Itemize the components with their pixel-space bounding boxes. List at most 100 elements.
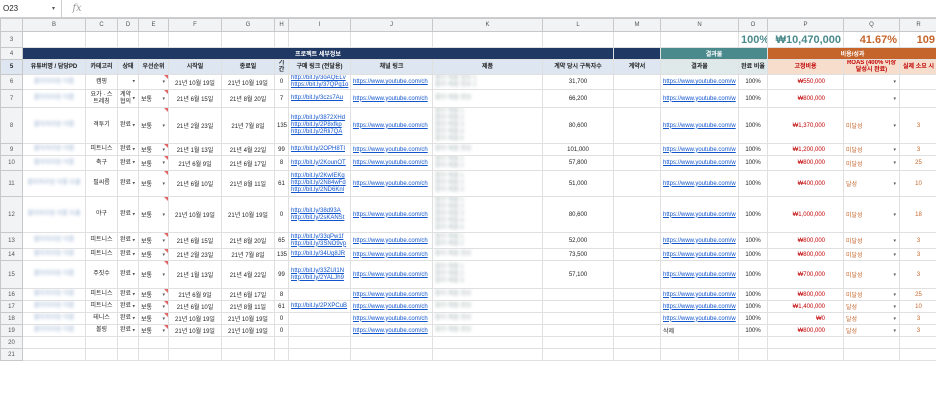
result-link-text[interactable]: https://www.youtube.com/w bbox=[663, 181, 736, 187]
column-header-f[interactable]: F bbox=[168, 18, 222, 32]
channel-link[interactable]: https://www.youtube.com/ch bbox=[350, 74, 433, 90]
duration-days[interactable]: 7 bbox=[274, 89, 289, 108]
channel-link[interactable]: https://www.youtube.com/ch bbox=[350, 155, 433, 171]
duration-days[interactable]: 8 bbox=[274, 155, 289, 171]
start-date[interactable]: 21년 10월 19일 bbox=[168, 312, 222, 325]
row-number[interactable]: 10 bbox=[0, 155, 23, 171]
contract-cell[interactable] bbox=[613, 232, 661, 249]
channel-link-text[interactable]: https://www.youtube.com/ch bbox=[353, 316, 428, 322]
channel-link-text[interactable]: https://www.youtube.com/ch bbox=[353, 304, 428, 310]
end-date[interactable]: 21년 4월 22일 bbox=[221, 260, 275, 289]
priority-dropdown[interactable]: 보통 ▾ bbox=[138, 300, 169, 313]
cell[interactable] bbox=[274, 31, 289, 48]
purchase-link[interactable]: http://bit.ly/2OPH8TI bbox=[291, 146, 348, 153]
chevron-down-icon[interactable]: ▾ bbox=[132, 146, 135, 153]
comment-flag-icon[interactable] bbox=[164, 233, 168, 237]
purchase-links[interactable] bbox=[288, 288, 351, 301]
contract-cell[interactable] bbox=[613, 324, 661, 337]
column-header-d[interactable]: D bbox=[117, 18, 139, 32]
channel-link-text[interactable]: https://www.youtube.com/ch bbox=[353, 160, 428, 166]
purchase-link[interactable]: http://bit.ly/2YALJh9 bbox=[291, 275, 348, 282]
subscriber-count[interactable]: 51,000 bbox=[542, 170, 614, 197]
category[interactable]: 볼링 bbox=[85, 324, 118, 337]
roas-dropdown[interactable]: 미달성 ▾ bbox=[843, 143, 900, 156]
end-date[interactable]: 21년 8월 11일 bbox=[221, 300, 275, 313]
result-link[interactable]: https://www.youtube.com/w bbox=[660, 143, 739, 156]
priority-dropdown[interactable]: 보통 ▾ bbox=[138, 288, 169, 301]
cell[interactable] bbox=[542, 336, 614, 349]
subscriber-count[interactable]: 80,600 bbox=[542, 196, 614, 233]
cell[interactable] bbox=[350, 336, 433, 349]
duration-days[interactable]: 135 bbox=[274, 107, 289, 144]
subscriber-count[interactable] bbox=[542, 324, 614, 337]
contract-cell[interactable] bbox=[613, 143, 661, 156]
column-header-p[interactable]: P bbox=[767, 18, 844, 32]
channel-link-text[interactable]: https://www.youtube.com/ch bbox=[353, 147, 428, 153]
duration-days[interactable]: 0 bbox=[274, 324, 289, 337]
cell[interactable] bbox=[899, 348, 936, 361]
channel-link-text[interactable]: https://www.youtube.com/ch bbox=[353, 328, 428, 334]
chevron-down-icon[interactable]: ▾ bbox=[893, 316, 896, 322]
subscriber-count[interactable]: 101,000 bbox=[542, 143, 614, 156]
row-number[interactable]: 7 bbox=[0, 89, 23, 108]
subscriber-count[interactable]: 57,800 bbox=[542, 155, 614, 171]
chevron-down-icon[interactable]: ▾ bbox=[162, 160, 165, 166]
category[interactable]: 캠핑 bbox=[85, 74, 118, 90]
status-dropdown[interactable]: 완료 ▾ bbox=[117, 312, 139, 325]
product-list[interactable]: 블러 제품 정보 bbox=[432, 248, 543, 261]
comment-flag-icon[interactable] bbox=[164, 261, 168, 265]
row-number[interactable]: 3 bbox=[0, 31, 23, 48]
actual-time[interactable]: 3 bbox=[899, 312, 936, 325]
purchase-link[interactable]: http://bit.ly/2KwIEKg bbox=[291, 173, 348, 180]
fixed-cost[interactable]: ₩800,000 bbox=[767, 248, 844, 261]
status-dropdown[interactable]: 완료 ▾ bbox=[117, 232, 139, 249]
chevron-down-icon[interactable]: ▾ bbox=[162, 212, 165, 218]
roas-dropdown[interactable]: 달성 ▾ bbox=[843, 170, 900, 197]
channel-link-text[interactable]: https://www.youtube.com/ch bbox=[353, 272, 428, 278]
status-dropdown[interactable]: 완료 ▾ bbox=[117, 107, 139, 144]
purchase-links[interactable] bbox=[288, 324, 351, 337]
chevron-down-icon[interactable]: ▾ bbox=[132, 291, 135, 298]
row-number[interactable]: 11 bbox=[0, 170, 23, 197]
product-list[interactable]: 블러 제품 정보 bbox=[432, 324, 543, 337]
duration-days[interactable]: 135 bbox=[274, 248, 289, 261]
youtuber-name[interactable]: 블러처리된 이름 bbox=[22, 89, 86, 108]
category[interactable]: 주짓수 bbox=[85, 260, 118, 289]
result-link[interactable]: https://www.youtube.com/w bbox=[660, 155, 739, 171]
start-date[interactable]: 21년 10월 19일 bbox=[168, 324, 222, 337]
fixed-cost[interactable]: ₩700,000 bbox=[767, 260, 844, 289]
result-link-text[interactable]: https://www.youtube.com/w bbox=[663, 304, 736, 310]
actual-time[interactable]: 3 bbox=[899, 324, 936, 337]
contract-cell[interactable] bbox=[613, 170, 661, 197]
fixed-cost[interactable]: ₩550,000 bbox=[767, 74, 844, 90]
purchase-link[interactable]: http://bit.ly/3czs7Au bbox=[291, 95, 348, 102]
channel-link-text[interactable]: https://www.youtube.com/ch bbox=[353, 181, 428, 187]
chevron-down-icon[interactable]: ▾ bbox=[893, 79, 896, 85]
chevron-down-icon[interactable]: ▾ bbox=[132, 160, 135, 167]
channel-link[interactable]: https://www.youtube.com/ch bbox=[350, 196, 433, 233]
youtuber-name[interactable]: 블러처리된 이름 bbox=[22, 143, 86, 156]
cell[interactable] bbox=[613, 348, 661, 361]
chevron-down-icon[interactable]: ▾ bbox=[893, 123, 896, 129]
chevron-down-icon[interactable]: ▾ bbox=[132, 315, 135, 322]
contract-cell[interactable] bbox=[613, 196, 661, 233]
purchase-link[interactable]: http://bit.ly/2PXPCuB bbox=[291, 303, 348, 310]
column-header-q[interactable]: Q bbox=[843, 18, 900, 32]
actual-time[interactable]: 3 bbox=[899, 260, 936, 289]
status-dropdown[interactable]: 완료 ▾ bbox=[117, 300, 139, 313]
row-number[interactable]: 20 bbox=[0, 336, 23, 349]
header-cell[interactable]: 구매 링크 (전달용) bbox=[288, 59, 351, 75]
completion-pct[interactable]: 100% bbox=[738, 232, 768, 249]
cell[interactable] bbox=[660, 336, 739, 349]
channel-link-text[interactable]: https://www.youtube.com/ch bbox=[353, 79, 428, 85]
fixed-cost[interactable]: ₩800,000 bbox=[767, 89, 844, 108]
result-link[interactable]: https://www.youtube.com/w bbox=[660, 74, 739, 90]
youtuber-name[interactable]: 블러처리된 이름 두줄 bbox=[22, 196, 86, 233]
purchase-link[interactable]: http://bit.ly/33qPw1f bbox=[291, 234, 348, 241]
column-header-b[interactable]: B bbox=[22, 18, 86, 32]
result-link-text[interactable]: https://www.youtube.com/w bbox=[663, 252, 736, 258]
result-link[interactable]: https://www.youtube.com/w bbox=[660, 248, 739, 261]
comment-flag-icon[interactable] bbox=[164, 156, 168, 160]
roas-dropdown[interactable]: 미달성 ▾ bbox=[843, 288, 900, 301]
column-header-g[interactable]: G bbox=[221, 18, 275, 32]
